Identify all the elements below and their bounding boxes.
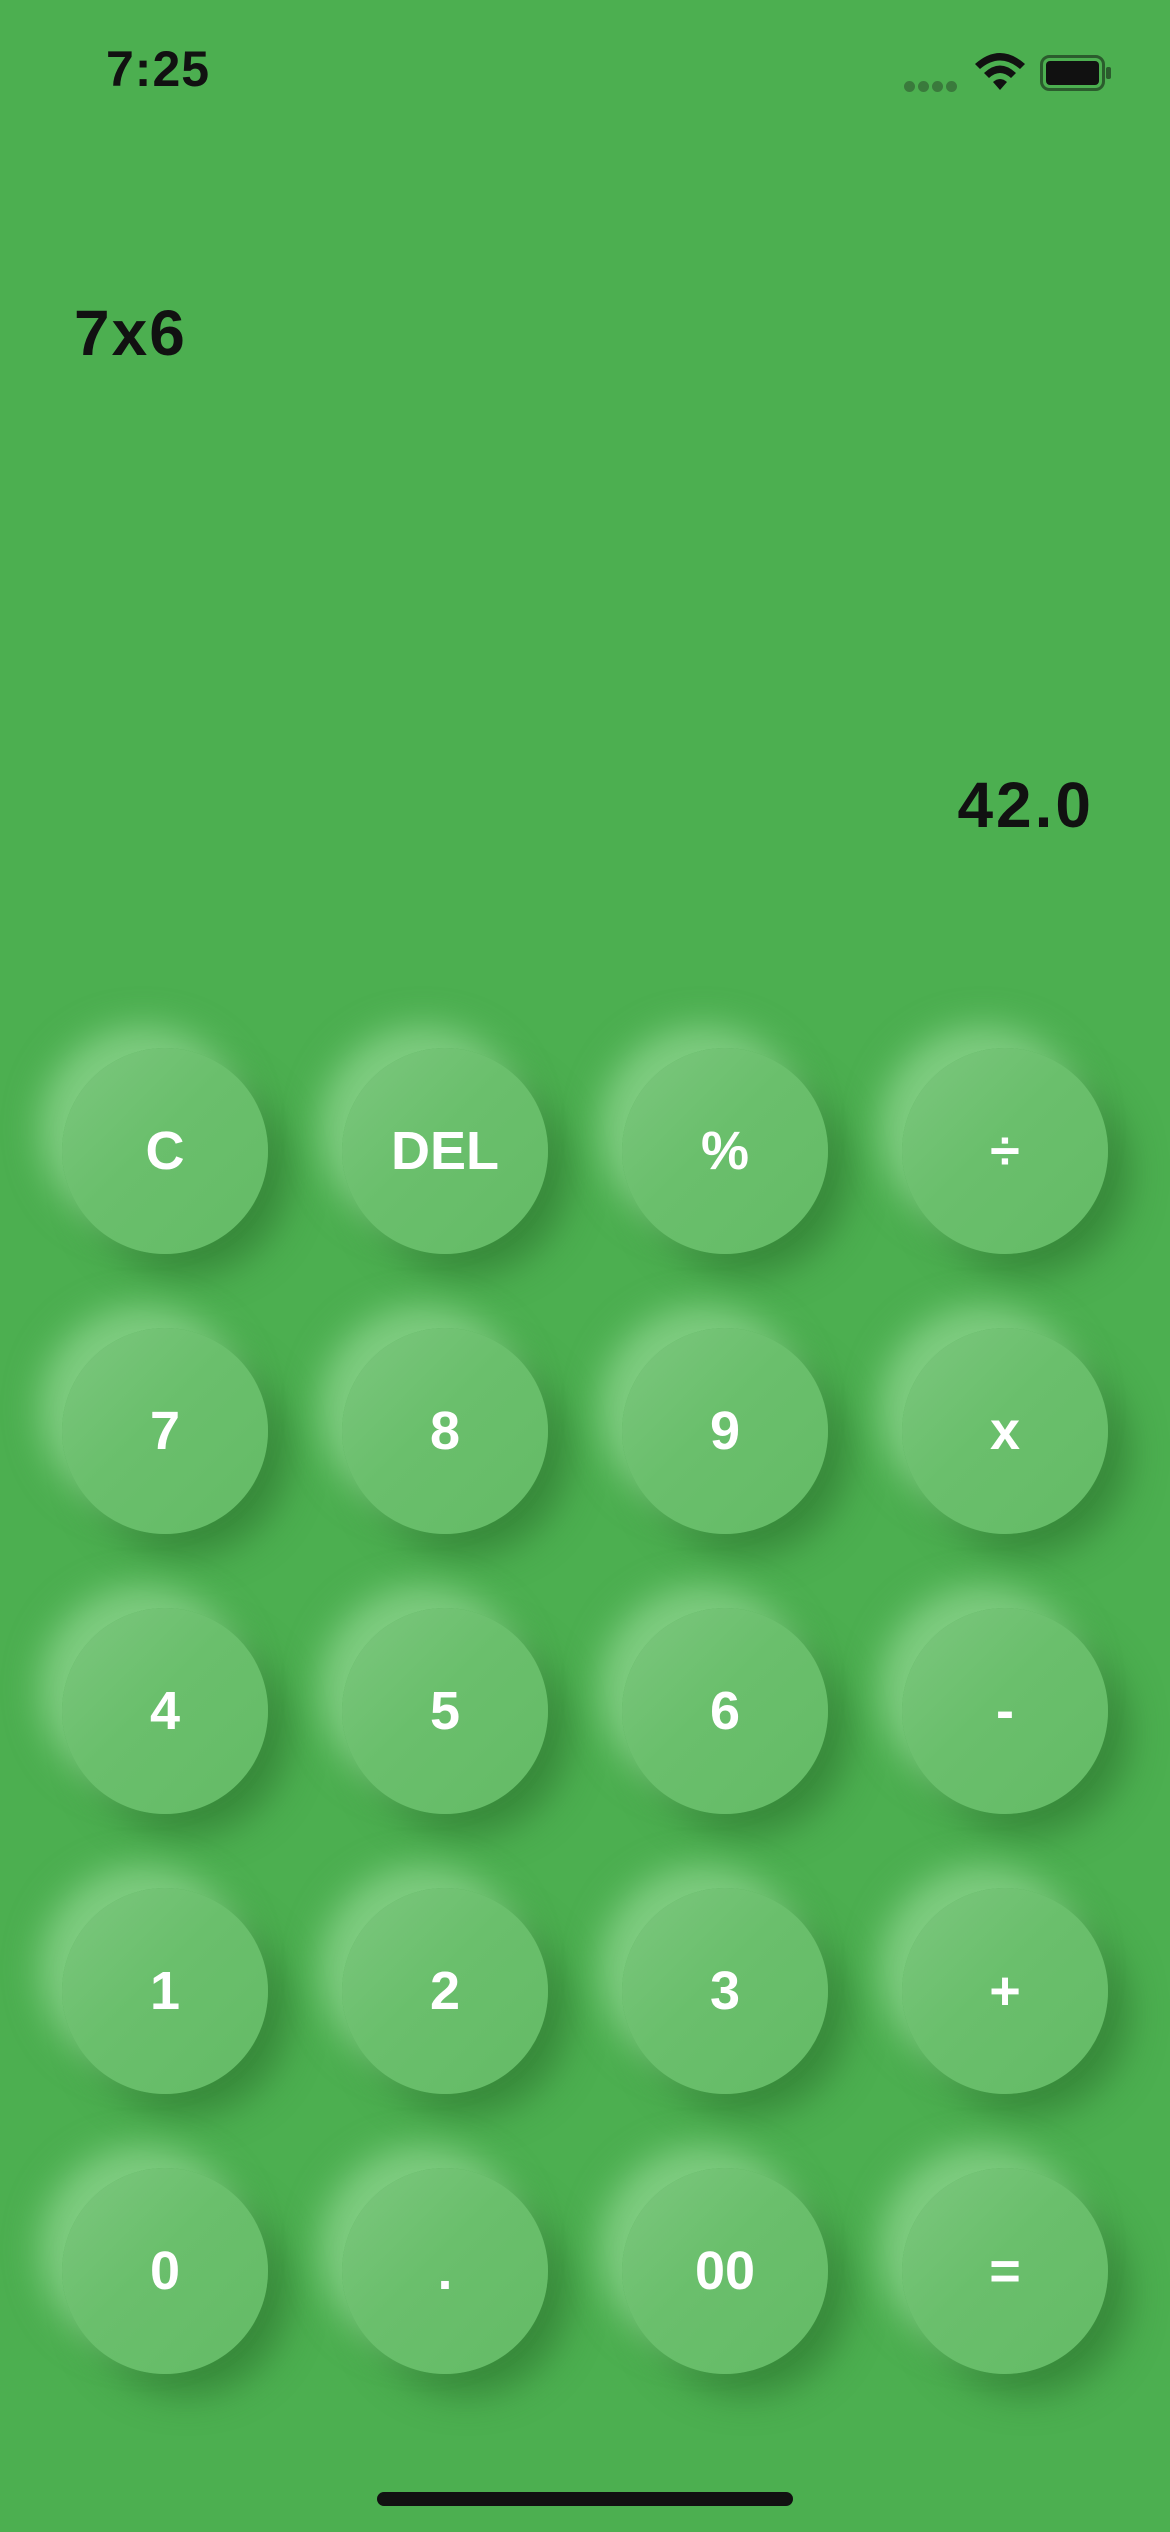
divide-button[interactable]: ÷ [902, 1048, 1108, 1254]
delete-button[interactable]: DEL [342, 1048, 548, 1254]
multiply-button-label: x [989, 1401, 1021, 1461]
digit-8-button[interactable]: 8 [342, 1328, 548, 1534]
digit-6-button[interactable]: 6 [622, 1608, 828, 1814]
digit-9-button[interactable]: 9 [622, 1328, 828, 1534]
decimal-point-label: . [437, 2241, 453, 2301]
digit-0-button[interactable]: 0 [62, 2168, 268, 2374]
result-display: 42.0 [957, 769, 1094, 841]
digit-5-label: 5 [429, 1681, 461, 1741]
battery-full-icon [1040, 55, 1111, 91]
double-zero-label: 00 [694, 2241, 756, 2301]
digit-7-label: 7 [149, 1401, 181, 1461]
add-button[interactable]: + [902, 1888, 1108, 2094]
digit-4-button[interactable]: 4 [62, 1608, 268, 1814]
keypad: C DEL % ÷ 7 8 9 x 4 5 6 - 1 2 3 + 0 . 00… [22, 980, 1146, 2410]
digit-8-label: 8 [429, 1401, 461, 1461]
digit-3-label: 3 [709, 1961, 741, 2021]
delete-button-label: DEL [391, 1121, 499, 1181]
digit-0-label: 0 [149, 2241, 181, 2301]
multiply-button[interactable]: x [902, 1328, 1108, 1534]
add-button-label: + [989, 1961, 1021, 2021]
clear-button[interactable]: C [62, 1048, 268, 1254]
digit-1-button[interactable]: 1 [62, 1888, 268, 2094]
digit-1-label: 1 [149, 1961, 181, 2021]
digit-6-label: 6 [709, 1681, 741, 1741]
digit-4-label: 4 [149, 1681, 181, 1741]
digit-7-button[interactable]: 7 [62, 1328, 268, 1534]
digit-9-label: 9 [709, 1401, 741, 1461]
double-zero-button[interactable]: 00 [622, 2168, 828, 2374]
percent-button-label: % [700, 1121, 749, 1181]
digit-3-button[interactable]: 3 [622, 1888, 828, 2094]
home-indicator[interactable] [377, 2492, 793, 2506]
equals-button-label: = [989, 2241, 1021, 2301]
equals-button[interactable]: = [902, 2168, 1108, 2374]
divide-button-label: ÷ [990, 1121, 1020, 1181]
status-time: 7:25 [106, 41, 211, 97]
decimal-point-button[interactable]: . [342, 2168, 548, 2374]
wifi-icon [975, 53, 1025, 90]
subtract-button-label: - [996, 1681, 1014, 1741]
status-bar: 7:25 [0, 0, 1170, 150]
subtract-button[interactable]: - [902, 1608, 1108, 1814]
expression-display: 7x6 [74, 297, 187, 369]
digit-2-button[interactable]: 2 [342, 1888, 548, 2094]
digit-5-button[interactable]: 5 [342, 1608, 548, 1814]
clear-button-label: C [145, 1121, 185, 1181]
percent-button[interactable]: % [622, 1048, 828, 1254]
cellular-signal-icon [904, 78, 960, 94]
digit-2-label: 2 [429, 1961, 461, 2021]
